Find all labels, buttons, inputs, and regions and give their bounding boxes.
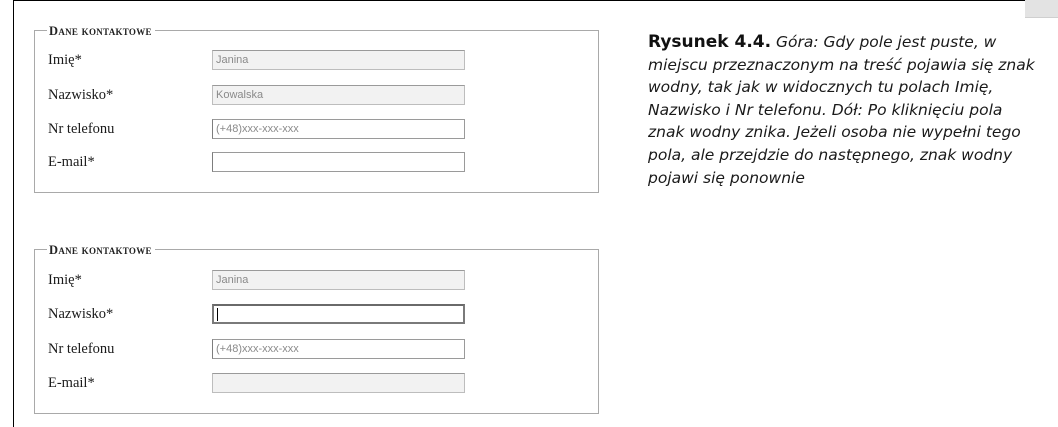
contact-form-top: Dane kontaktowe Imię* Janina Nazwisko* K…: [34, 23, 599, 193]
email-input[interactable]: [212, 152, 465, 172]
last-name-input[interactable]: Kowalska: [212, 85, 465, 105]
phone-input[interactable]: (+48)xxx-xxx-xxx: [212, 339, 465, 359]
email-label: E-mail*: [48, 375, 95, 391]
last-name-label: Nazwisko*: [48, 306, 114, 322]
form-legend: Dane kontaktowe: [47, 242, 155, 258]
first-name-label: Imię*: [48, 52, 82, 68]
first-name-input[interactable]: Janina: [212, 50, 465, 70]
email-input[interactable]: [212, 373, 465, 393]
figure-caption-text: Góra: Gdy pole jest puste, w miejscu prz…: [648, 33, 1035, 187]
field-row-phone: Nr telefonu (+48)xxx-xxx-xxx: [35, 339, 598, 361]
page-top-rule: [13, 0, 1025, 1]
field-row-email: E-mail*: [35, 152, 598, 174]
phone-label: Nr telefonu: [48, 341, 115, 357]
field-row-first-name: Imię* Janina: [35, 270, 598, 292]
field-row-email: E-mail*: [35, 373, 598, 395]
text-caret: [217, 308, 218, 321]
field-row-first-name: Imię* Janina: [35, 50, 598, 72]
first-name-label: Imię*: [48, 272, 82, 288]
form-legend: Dane kontaktowe: [47, 23, 155, 39]
last-name-label: Nazwisko*: [48, 87, 114, 103]
field-row-last-name: Nazwisko*: [35, 304, 598, 326]
phone-input[interactable]: (+48)xxx-xxx-xxx: [212, 119, 465, 139]
figure-caption: Rysunek 4.4. Góra: Gdy pole jest puste, …: [648, 31, 1038, 189]
page-left-rule: [13, 0, 14, 427]
page-corner-tab: [1025, 0, 1058, 18]
email-label: E-mail*: [48, 154, 95, 170]
phone-label: Nr telefonu: [48, 121, 115, 137]
contact-form-bottom: Dane kontaktowe Imię* Janina Nazwisko* N…: [34, 242, 599, 414]
figure-label: Rysunek 4.4.: [648, 32, 772, 52]
first-name-input[interactable]: Janina: [212, 270, 465, 290]
field-row-phone: Nr telefonu (+48)xxx-xxx-xxx: [35, 119, 598, 141]
field-row-last-name: Nazwisko* Kowalska: [35, 85, 598, 107]
last-name-input-focused[interactable]: [212, 304, 465, 324]
